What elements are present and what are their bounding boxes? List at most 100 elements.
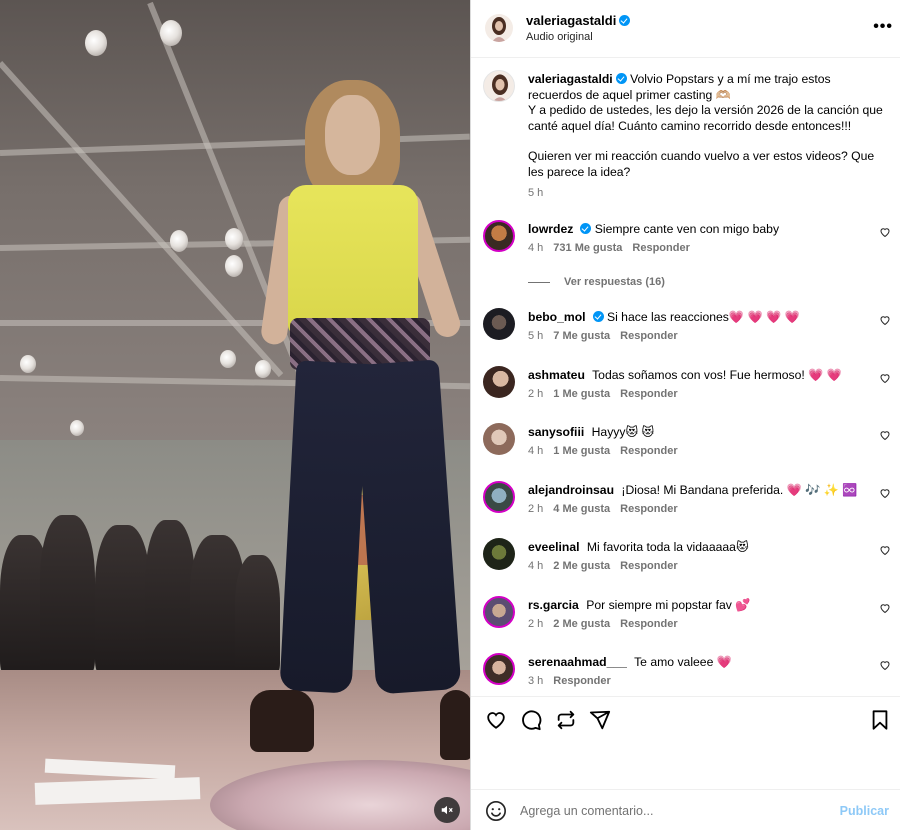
avatar[interactable]: [483, 653, 515, 685]
comment-likes[interactable]: 731 Me gusta: [553, 242, 622, 254]
ceiling-lamp: [225, 228, 243, 250]
comment-username[interactable]: rs.garcia: [528, 598, 579, 612]
reply-button[interactable]: Responder: [620, 618, 677, 630]
avatar[interactable]: [483, 308, 515, 340]
ceiling-lamp: [255, 360, 271, 378]
caption-avatar[interactable]: [483, 70, 515, 102]
caption-line-2: Y a pedido de ustedes, les dejo la versi…: [528, 103, 883, 133]
sound-off-icon[interactable]: [434, 797, 460, 823]
comment-input[interactable]: Agrega un comentario...: [520, 804, 653, 818]
comment-likes[interactable]: 1 Me gusta: [553, 388, 610, 400]
comment-text: Mi favorita toda la vidaaaaa😻: [586, 540, 749, 554]
dancer-boot: [250, 690, 314, 752]
share-icon[interactable]: [589, 709, 611, 731]
post-panel: valeriagastaldi Audio original ••• valer…: [470, 0, 900, 830]
comment-time[interactable]: 2 h: [528, 503, 543, 515]
caption-time[interactable]: 5 h: [528, 186, 883, 202]
comment-likes[interactable]: 2 Me gusta: [553, 618, 610, 630]
comment-text: Te amo valeee 💗: [634, 655, 732, 669]
comment-username[interactable]: serenaahmad___: [528, 655, 627, 669]
more-icon[interactable]: •••: [873, 18, 893, 36]
header-username[interactable]: valeriagastaldi: [526, 13, 631, 28]
audio-link[interactable]: Audio original: [526, 31, 593, 43]
comment-username[interactable]: lowrdez: [528, 222, 573, 236]
action-bar: [471, 696, 900, 742]
heart-icon[interactable]: [879, 544, 891, 556]
caption-line-3: Quieren ver mi reacción cuando vuelvo a …: [528, 149, 875, 179]
audience-member: [235, 555, 280, 675]
audience-member: [95, 525, 150, 675]
avatar[interactable]: [483, 423, 515, 455]
verified-icon: [592, 311, 604, 322]
heart-icon[interactable]: [879, 372, 891, 384]
comment-username[interactable]: alejandroinsau: [528, 483, 614, 497]
publish-button[interactable]: Publicar: [840, 804, 889, 818]
heart-icon[interactable]: [879, 487, 891, 499]
heart-icon[interactable]: [879, 429, 891, 441]
comment-text: Si hace las reacciones💗 💗 💗 💗: [606, 310, 800, 324]
reply-button[interactable]: Responder: [620, 330, 677, 342]
verified-icon: [580, 223, 592, 234]
comment-time[interactable]: 4 h: [528, 445, 543, 457]
comment-username[interactable]: sanysofiii: [528, 425, 584, 439]
comment-time[interactable]: 2 h: [528, 618, 543, 630]
comment-time[interactable]: 5 h: [528, 330, 543, 342]
ceiling-lamp: [170, 230, 188, 252]
verified-icon: [619, 15, 631, 26]
comment-icon[interactable]: [520, 709, 542, 731]
reply-button[interactable]: Responder: [620, 388, 677, 400]
comment-username[interactable]: eveelinal: [528, 540, 580, 554]
avatar[interactable]: [483, 366, 515, 398]
audience: [0, 505, 280, 675]
heart-icon[interactable]: [879, 602, 891, 614]
reply-button[interactable]: Responder: [620, 445, 677, 457]
heart-icon[interactable]: [879, 226, 891, 238]
comment-time[interactable]: 4 h: [528, 242, 543, 254]
reply-button[interactable]: Responder: [620, 503, 677, 515]
avatar[interactable]: [483, 481, 515, 513]
heart-icon[interactable]: [485, 709, 507, 731]
comment-username[interactable]: ashmateu: [528, 368, 585, 382]
heart-icon[interactable]: [879, 659, 891, 671]
comment-likes[interactable]: 1 Me gusta: [553, 445, 610, 457]
comment-likes[interactable]: 7 Me gusta: [553, 330, 610, 342]
ceiling-lamp: [160, 20, 182, 46]
avatar[interactable]: [483, 220, 515, 252]
divider-line: [528, 281, 550, 283]
bookmark-icon[interactable]: [869, 709, 891, 731]
comment-likes[interactable]: 2 Me gusta: [553, 560, 610, 572]
ceiling-lamp: [85, 30, 107, 56]
caption-username[interactable]: valeriagastaldi: [528, 72, 613, 86]
view-replies-button[interactable]: Ver respuestas (16): [528, 276, 665, 288]
comment-text: Hayyy😻 😻: [591, 425, 655, 439]
reply-button[interactable]: Responder: [553, 675, 610, 687]
dancer-face: [325, 95, 380, 175]
avatar[interactable]: [485, 14, 513, 42]
comment-username[interactable]: bebo_mol: [528, 310, 586, 324]
repost-icon[interactable]: [555, 709, 577, 731]
video-player[interactable]: [0, 0, 470, 830]
comment-text: Siempre cante ven con migo baby: [594, 222, 780, 236]
comment-text: Por siempre mi popstar fav 💕: [586, 598, 751, 612]
dancer-top: [288, 185, 418, 335]
audience-member: [40, 515, 95, 675]
comment-time[interactable]: 4 h: [528, 560, 543, 572]
emoji-icon[interactable]: [485, 800, 507, 822]
verified-icon: [615, 73, 627, 84]
comment-time[interactable]: 3 h: [528, 675, 543, 687]
comment-text: ¡Diosa! Mi Bandana preferida. 💗 🎶 ✨ ♾️: [621, 483, 858, 497]
comment-time[interactable]: 2 h: [528, 388, 543, 400]
ceiling-lamp: [225, 255, 243, 277]
audience-member: [145, 520, 195, 675]
heart-icon[interactable]: [879, 314, 891, 326]
comment-likes[interactable]: 4 Me gusta: [553, 503, 610, 515]
post-caption: valeriagastaldi Volvio Popstars y a mí m…: [528, 72, 883, 201]
ceiling-lamp: [20, 355, 36, 373]
avatar[interactable]: [483, 596, 515, 628]
add-comment-bar: Agrega un comentario... Publicar: [471, 789, 900, 830]
avatar[interactable]: [483, 538, 515, 570]
ceiling-lamp: [220, 350, 236, 368]
ceiling-lamp: [70, 420, 84, 436]
reply-button[interactable]: Responder: [620, 560, 677, 572]
reply-button[interactable]: Responder: [632, 242, 689, 254]
